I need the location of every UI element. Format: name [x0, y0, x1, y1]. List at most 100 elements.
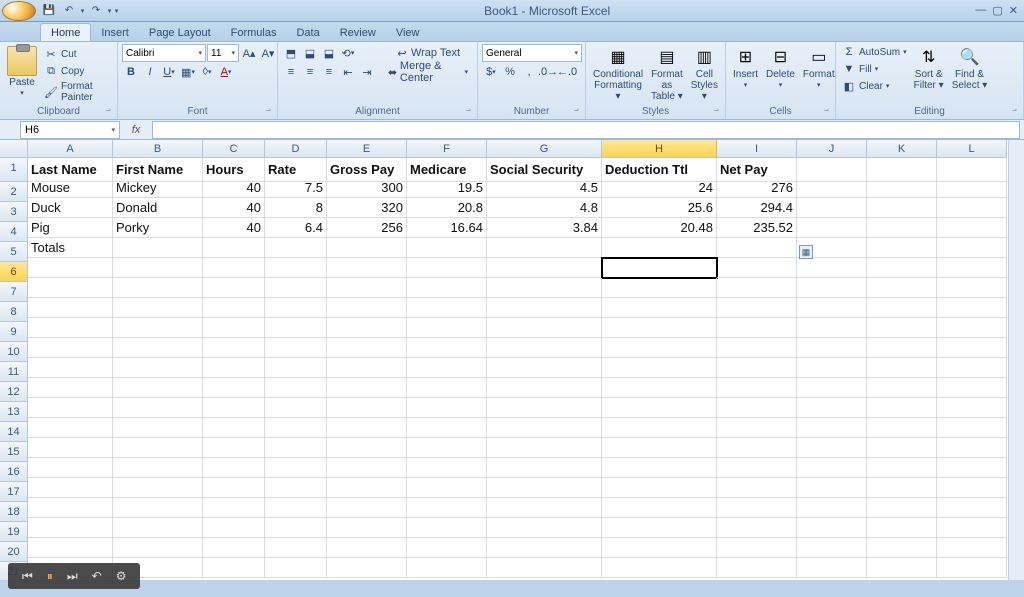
cell-I5[interactable]: [717, 238, 797, 258]
cell-G12[interactable]: [487, 378, 602, 398]
cell-C20[interactable]: [203, 538, 265, 558]
column-header-L[interactable]: L: [937, 140, 1007, 158]
media-next-button[interactable]: ⏭: [67, 569, 78, 584]
cell-D18[interactable]: [265, 498, 327, 518]
cell-D9[interactable]: [265, 318, 327, 338]
cell-A7[interactable]: [28, 278, 113, 298]
cell-J13[interactable]: [797, 398, 867, 418]
row-header-10[interactable]: 10: [0, 342, 28, 362]
format-cells-button[interactable]: ▭Format▾: [800, 44, 838, 91]
cell-A5[interactable]: Totals: [28, 238, 113, 258]
row-header-20[interactable]: 20: [0, 542, 28, 562]
spreadsheet-grid[interactable]: ABCDEFGHIJKL 123456789101112131415161718…: [0, 140, 1024, 580]
cell-D8[interactable]: [265, 298, 327, 318]
cell-C7[interactable]: [203, 278, 265, 298]
font-name-select[interactable]: Calibri▾: [122, 44, 206, 62]
qat-redo-dd[interactable]: ▾: [107, 7, 112, 15]
cell-B8[interactable]: [113, 298, 203, 318]
vertical-scrollbar[interactable]: [1008, 140, 1024, 580]
cell-D11[interactable]: [265, 358, 327, 378]
cell-A16[interactable]: [28, 458, 113, 478]
cell-F16[interactable]: [407, 458, 487, 478]
cell-A20[interactable]: [28, 538, 113, 558]
align-right-button[interactable]: ≡: [320, 63, 338, 81]
cell-C14[interactable]: [203, 418, 265, 438]
cell-B7[interactable]: [113, 278, 203, 298]
cell-K17[interactable]: [867, 478, 937, 498]
cell-F20[interactable]: [407, 538, 487, 558]
close-button[interactable]: ✕: [1009, 4, 1018, 17]
cell-I12[interactable]: [717, 378, 797, 398]
cell-C6[interactable]: [203, 258, 265, 278]
cell-B20[interactable]: [113, 538, 203, 558]
cell-A9[interactable]: [28, 318, 113, 338]
italic-button[interactable]: I: [141, 63, 159, 81]
insert-function-button[interactable]: fx: [126, 124, 146, 136]
cell-G8[interactable]: [487, 298, 602, 318]
cell-E11[interactable]: [327, 358, 407, 378]
row-header-18[interactable]: 18: [0, 502, 28, 522]
cell-G3[interactable]: 4.8: [487, 198, 602, 218]
cell-C9[interactable]: [203, 318, 265, 338]
media-settings-button[interactable]: ⚙: [116, 569, 127, 583]
cell-D21[interactable]: [265, 558, 327, 578]
tab-view[interactable]: View: [386, 24, 430, 41]
column-header-F[interactable]: F: [407, 140, 487, 158]
cell-C18[interactable]: [203, 498, 265, 518]
cell-I13[interactable]: [717, 398, 797, 418]
cell-B10[interactable]: [113, 338, 203, 358]
cell-B15[interactable]: [113, 438, 203, 458]
cell-C19[interactable]: [203, 518, 265, 538]
row-header-15[interactable]: 15: [0, 442, 28, 462]
cell-L9[interactable]: [937, 318, 1007, 338]
cell-I10[interactable]: [717, 338, 797, 358]
cell-B11[interactable]: [113, 358, 203, 378]
cell-A12[interactable]: [28, 378, 113, 398]
cell-K2[interactable]: [867, 178, 937, 198]
cell-H16[interactable]: [602, 458, 717, 478]
row-header-1[interactable]: 1: [0, 158, 28, 182]
column-header-J[interactable]: J: [797, 140, 867, 158]
fill-button[interactable]: ▼Fill ▾: [840, 61, 909, 77]
percent-format-button[interactable]: %: [501, 63, 519, 81]
cell-I7[interactable]: [717, 278, 797, 298]
cell-J3[interactable]: [797, 198, 867, 218]
cell-J20[interactable]: [797, 538, 867, 558]
find-select-button[interactable]: 🔍Find &Select ▾: [949, 44, 991, 93]
cell-B19[interactable]: [113, 518, 203, 538]
cell-F11[interactable]: [407, 358, 487, 378]
cell-C4[interactable]: 40: [203, 218, 265, 238]
cell-D4[interactable]: 6.4: [265, 218, 327, 238]
cell-J9[interactable]: [797, 318, 867, 338]
cell-I19[interactable]: [717, 518, 797, 538]
media-prev-button[interactable]: ⏮: [22, 569, 33, 584]
bold-button[interactable]: B: [122, 63, 140, 81]
cell-H18[interactable]: [602, 498, 717, 518]
cut-button[interactable]: ✂Cut: [42, 46, 113, 62]
cell-G9[interactable]: [487, 318, 602, 338]
cell-D6[interactable]: [265, 258, 327, 278]
grow-font-button[interactable]: A▴: [240, 44, 258, 62]
insert-cells-button[interactable]: ⊞Insert▾: [730, 44, 761, 91]
cell-L17[interactable]: [937, 478, 1007, 498]
cell-D14[interactable]: [265, 418, 327, 438]
row-header-3[interactable]: 3: [0, 202, 28, 222]
cell-J18[interactable]: [797, 498, 867, 518]
cell-I17[interactable]: [717, 478, 797, 498]
cell-G7[interactable]: [487, 278, 602, 298]
align-center-button[interactable]: ≡: [301, 63, 319, 81]
cell-J2[interactable]: [797, 178, 867, 198]
qat-redo[interactable]: ↷: [87, 3, 105, 19]
qat-save[interactable]: 💾: [40, 3, 58, 19]
cell-L16[interactable]: [937, 458, 1007, 478]
name-box[interactable]: H6▾: [20, 121, 120, 139]
cell-A4[interactable]: Pig: [28, 218, 113, 238]
cell-C10[interactable]: [203, 338, 265, 358]
cell-K3[interactable]: [867, 198, 937, 218]
cell-K6[interactable]: [867, 258, 937, 278]
cell-E3[interactable]: 320: [327, 198, 407, 218]
cell-L12[interactable]: [937, 378, 1007, 398]
qat-undo-dd[interactable]: ▾: [80, 7, 85, 15]
cell-B13[interactable]: [113, 398, 203, 418]
format-as-table-button[interactable]: ▤ Formatas Table ▾: [648, 44, 686, 104]
